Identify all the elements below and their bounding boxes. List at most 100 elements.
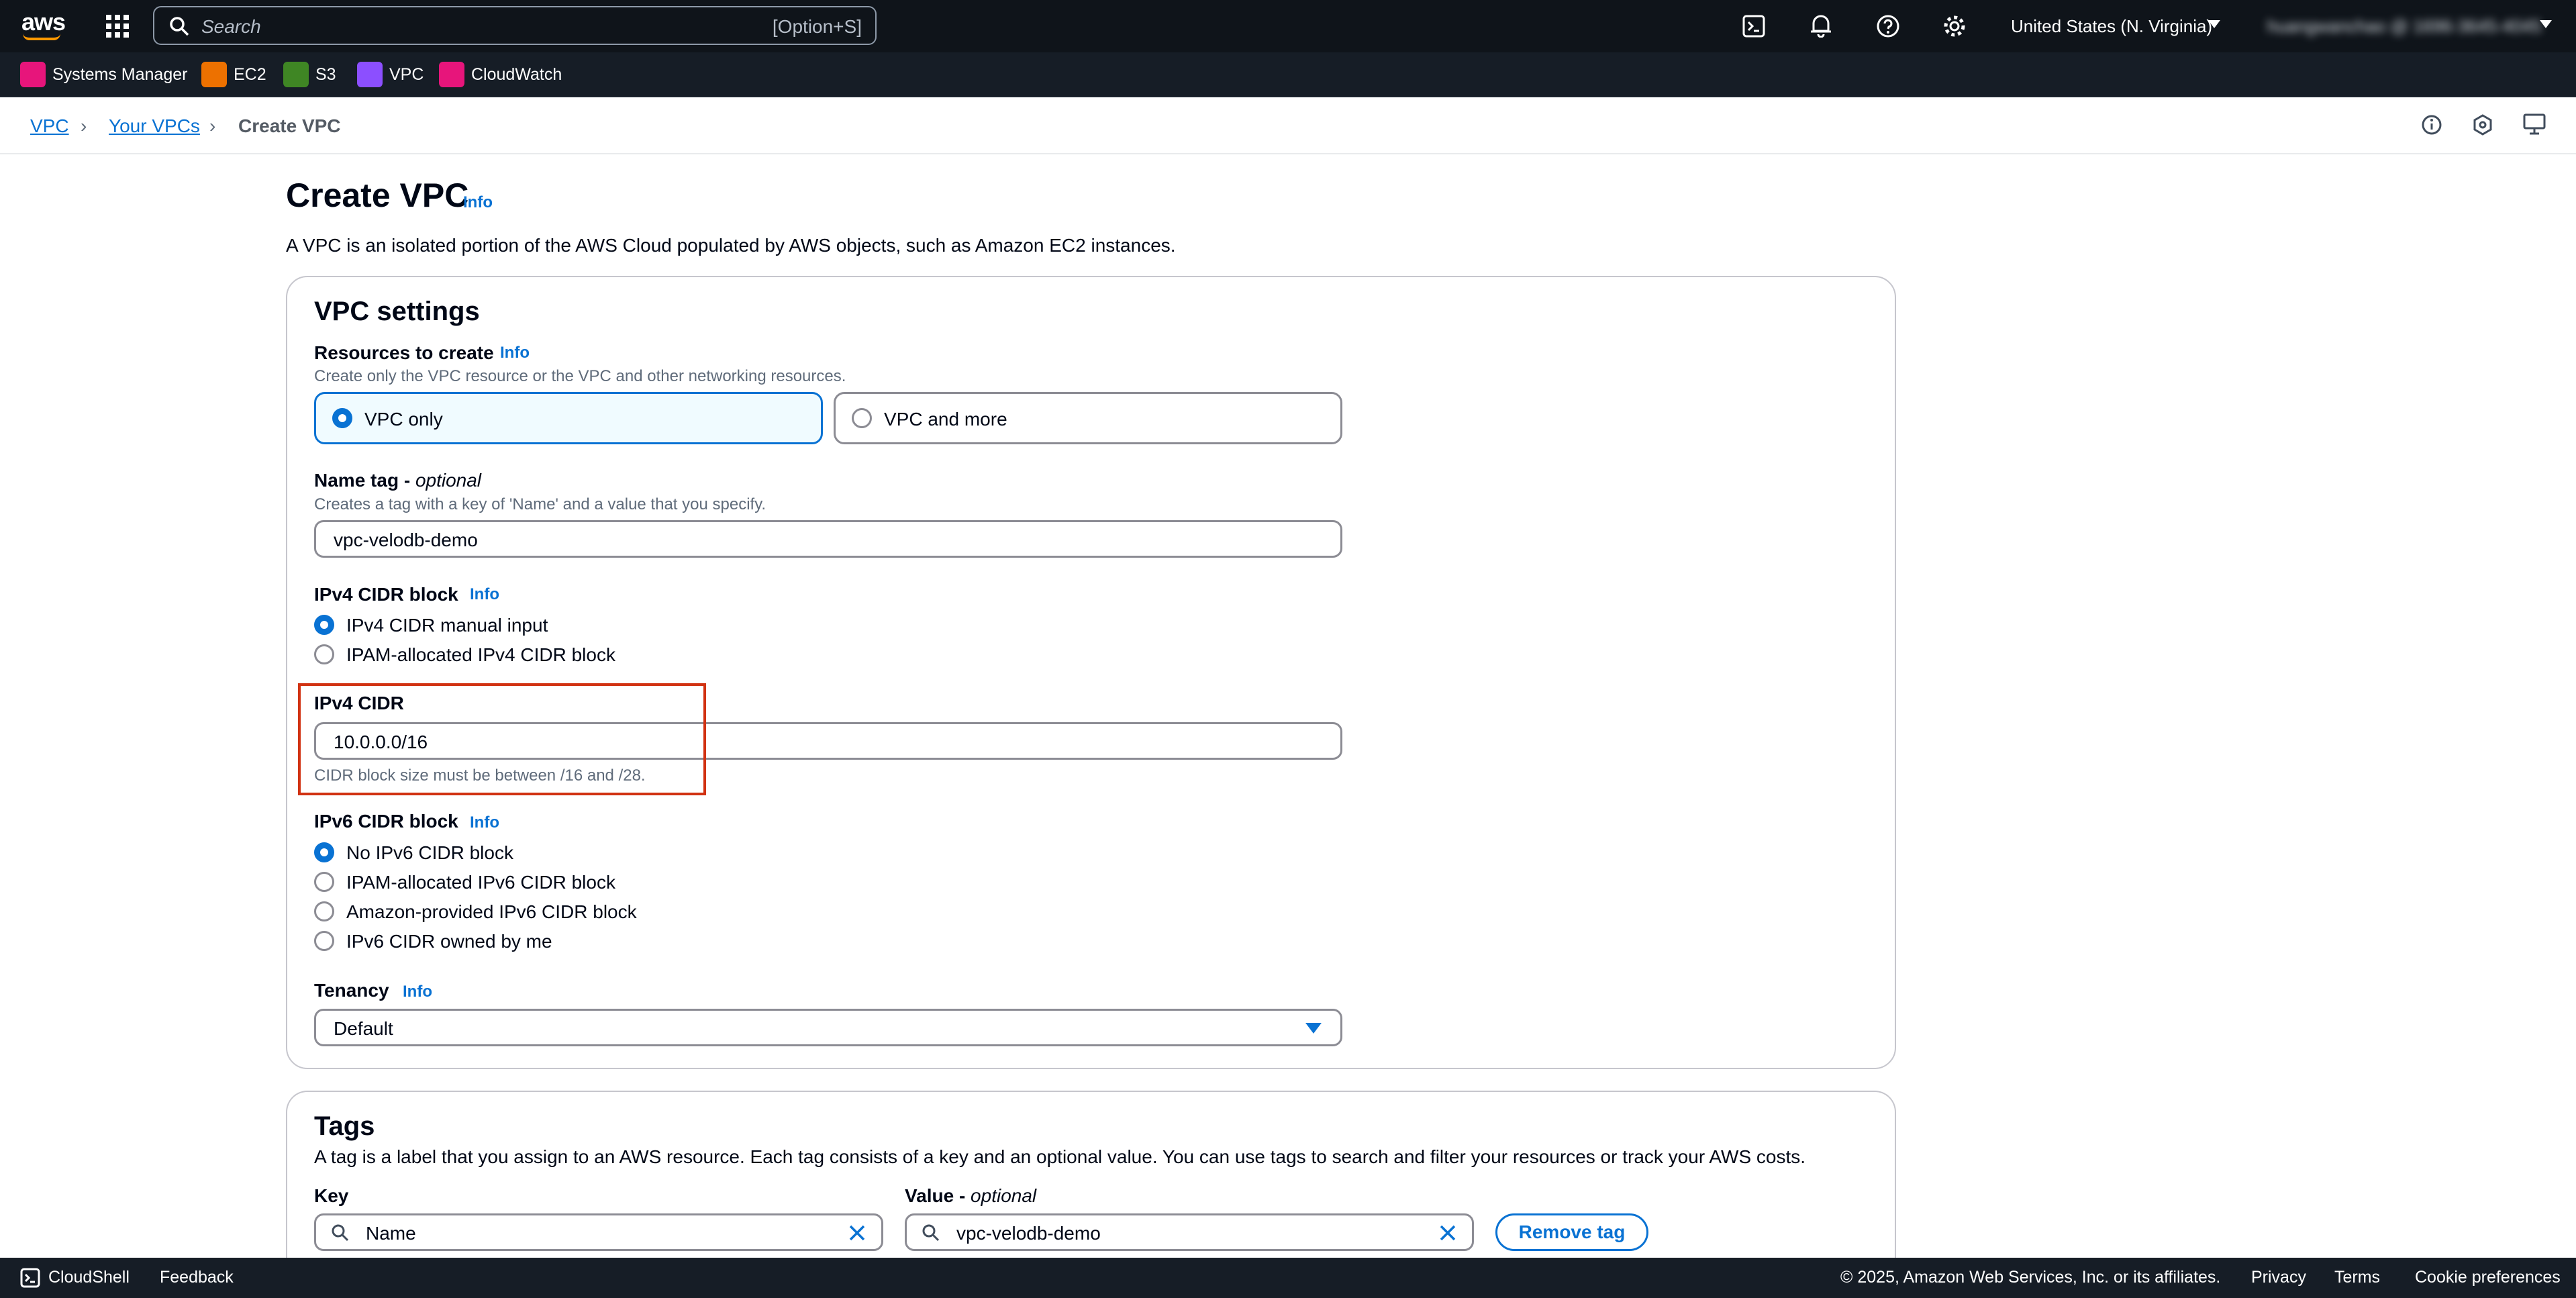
breadcrumb (0, 97, 2576, 154)
name-tag-input[interactable]: vpc-velodb-demo (314, 520, 1342, 558)
services-grid-icon[interactable] (106, 15, 129, 38)
footer-copyright: © 2025, Amazon Web Services, Inc. or its… (1840, 1268, 2221, 1287)
radio-ipv6-owned[interactable] (314, 931, 334, 951)
cloudshell-icon[interactable] (20, 1268, 40, 1291)
resources-hint: Create only the VPC resource or the VPC … (314, 367, 846, 385)
search-icon (922, 1224, 940, 1246)
region-selector[interactable]: United States (N. Virginia) (2011, 16, 2212, 37)
account-menu[interactable]: huangwanchao @ 1696-3645-4045 (2267, 16, 2541, 37)
ipv6-option-ipam[interactable]: IPAM-allocated IPv6 CIDR block (346, 872, 615, 893)
ipv6-block-label: IPv6 CIDR block (314, 811, 458, 832)
clear-close-icon[interactable] (1438, 1224, 1457, 1246)
favorite-vpc[interactable]: VPC (357, 62, 424, 87)
radio-no-ipv6[interactable] (314, 842, 334, 862)
search-placeholder: Search (201, 16, 261, 37)
breadcrumb-current: Create VPC (238, 115, 341, 136)
radio-ipv4-ipam[interactable] (314, 644, 334, 664)
cloudshell-icon[interactable] (1742, 15, 1765, 41)
radio-selected[interactable] (332, 408, 352, 428)
tag-value-label: Value - optional (905, 1185, 1036, 1207)
s3-icon (283, 62, 309, 87)
name-tag-value: vpc-velodb-demo (334, 530, 478, 550)
tags-description: A tag is a label that you assign to an A… (314, 1146, 1806, 1167)
systems-manager-icon (20, 62, 46, 87)
ipv4-option-manual[interactable]: IPv4 CIDR manual input (346, 615, 548, 636)
ipv4-block-info-link[interactable]: Info (470, 585, 499, 604)
name-tag-label-text: Name tag - (314, 470, 415, 491)
tenancy-info-link[interactable]: Info (403, 983, 432, 1001)
resources-label: Resources to create (314, 342, 494, 363)
search-shortcut: [Option+S] (772, 16, 862, 37)
breadcrumb-your-vpcs[interactable]: Your VPCs (109, 115, 200, 137)
tag-key-value: Name (366, 1223, 416, 1244)
name-tag-label: Name tag - optional (314, 470, 481, 491)
resources-info-link[interactable]: Info (500, 344, 530, 362)
footer-feedback[interactable]: Feedback (160, 1268, 234, 1287)
search-icon (331, 1224, 350, 1246)
footer-cookie-preferences[interactable]: Cookie preferences (2415, 1268, 2561, 1287)
favorite-label: EC2 (234, 64, 266, 84)
region-caret-down-icon (2208, 20, 2220, 28)
help-icon[interactable] (1876, 14, 1900, 42)
clear-close-icon[interactable] (848, 1224, 866, 1246)
cloudwatch-icon (439, 62, 464, 87)
breadcrumb-chevron-right-icon: › (81, 115, 87, 136)
footer-cloudshell[interactable]: CloudShell (48, 1268, 130, 1287)
radio-unselected[interactable] (852, 408, 872, 428)
annotation-highlight-box (298, 683, 706, 795)
favorite-cloudwatch[interactable]: CloudWatch (439, 62, 562, 87)
tenancy-label: Tenancy (314, 980, 389, 1001)
aws-logo[interactable]: aws (21, 8, 66, 36)
tenancy-value: Default (334, 1018, 393, 1039)
tenancy-select[interactable]: Default (314, 1009, 1342, 1046)
radio-ipv6-amazon[interactable] (314, 901, 334, 921)
notifications-bell-icon[interactable] (1810, 13, 1832, 41)
optional-text: optional (415, 470, 482, 491)
search-input[interactable]: Search [Option+S] (153, 6, 877, 45)
top-navigation: aws Search [Option+S] United States (N. … (0, 0, 2576, 52)
remove-tag-button[interactable]: Remove tag (1495, 1213, 1648, 1251)
resource-option-label: VPC and more (884, 409, 1007, 430)
name-tag-hint: Creates a tag with a key of 'Name' and a… (314, 495, 766, 513)
tag-value-input[interactable]: vpc-velodb-demo (905, 1213, 1474, 1251)
tag-value-value: vpc-velodb-demo (956, 1223, 1101, 1244)
feedback-display-icon[interactable] (2523, 113, 2546, 139)
ipv4-block-label: IPv4 CIDR block (314, 584, 458, 605)
radio-ipv4-manual[interactable] (314, 615, 334, 635)
breadcrumb-vpc[interactable]: VPC (30, 115, 69, 137)
favorite-ec2[interactable]: EC2 (201, 62, 266, 87)
favorite-label: Systems Manager (52, 64, 188, 84)
ipv4-option-ipam[interactable]: IPAM-allocated IPv4 CIDR block (346, 644, 615, 666)
favorite-label: CloudWatch (471, 64, 562, 84)
page-info-link[interactable]: Info (463, 193, 493, 212)
settings-gear-icon[interactable] (1942, 13, 1967, 42)
page-title: Create VPC (286, 177, 469, 214)
favorite-label: VPC (389, 64, 424, 84)
footer-privacy[interactable]: Privacy (2251, 1268, 2306, 1287)
page-description: A VPC is an isolated portion of the AWS … (286, 235, 1176, 256)
ipv6-option-none[interactable]: No IPv6 CIDR block (346, 842, 513, 864)
radio-ipv6-ipam[interactable] (314, 872, 334, 892)
aws-logo-smile-icon (23, 34, 60, 40)
tag-value-label-text: Value - (905, 1185, 971, 1206)
resource-option-vpc-and-more[interactable]: VPC and more (834, 392, 1342, 444)
resource-option-vpc-only[interactable]: VPC only (314, 392, 823, 444)
resource-option-label: VPC only (364, 409, 443, 430)
favorite-s3[interactable]: S3 (283, 62, 336, 87)
tag-key-label: Key (314, 1185, 349, 1206)
footer-terms[interactable]: Terms (2334, 1268, 2380, 1287)
ipv6-option-owned[interactable]: IPv6 CIDR owned by me (346, 931, 552, 952)
vpc-settings-heading: VPC settings (314, 297, 480, 326)
caret-down-icon (1305, 1023, 1322, 1034)
ec2-icon (201, 62, 227, 87)
tags-heading: Tags (314, 1111, 375, 1141)
tag-key-input[interactable]: Name (314, 1213, 883, 1251)
ipv6-option-amazon[interactable]: Amazon-provided IPv6 CIDR block (346, 901, 637, 923)
account-caret-down-icon (2540, 20, 2552, 28)
hexagon-settings-icon[interactable] (2472, 114, 2493, 139)
favorite-systems-manager[interactable]: Systems Manager (20, 62, 187, 87)
vpc-icon (357, 62, 383, 87)
info-panel-icon[interactable] (2421, 114, 2442, 139)
optional-text: optional (971, 1185, 1037, 1206)
ipv6-block-info-link[interactable]: Info (470, 813, 499, 832)
